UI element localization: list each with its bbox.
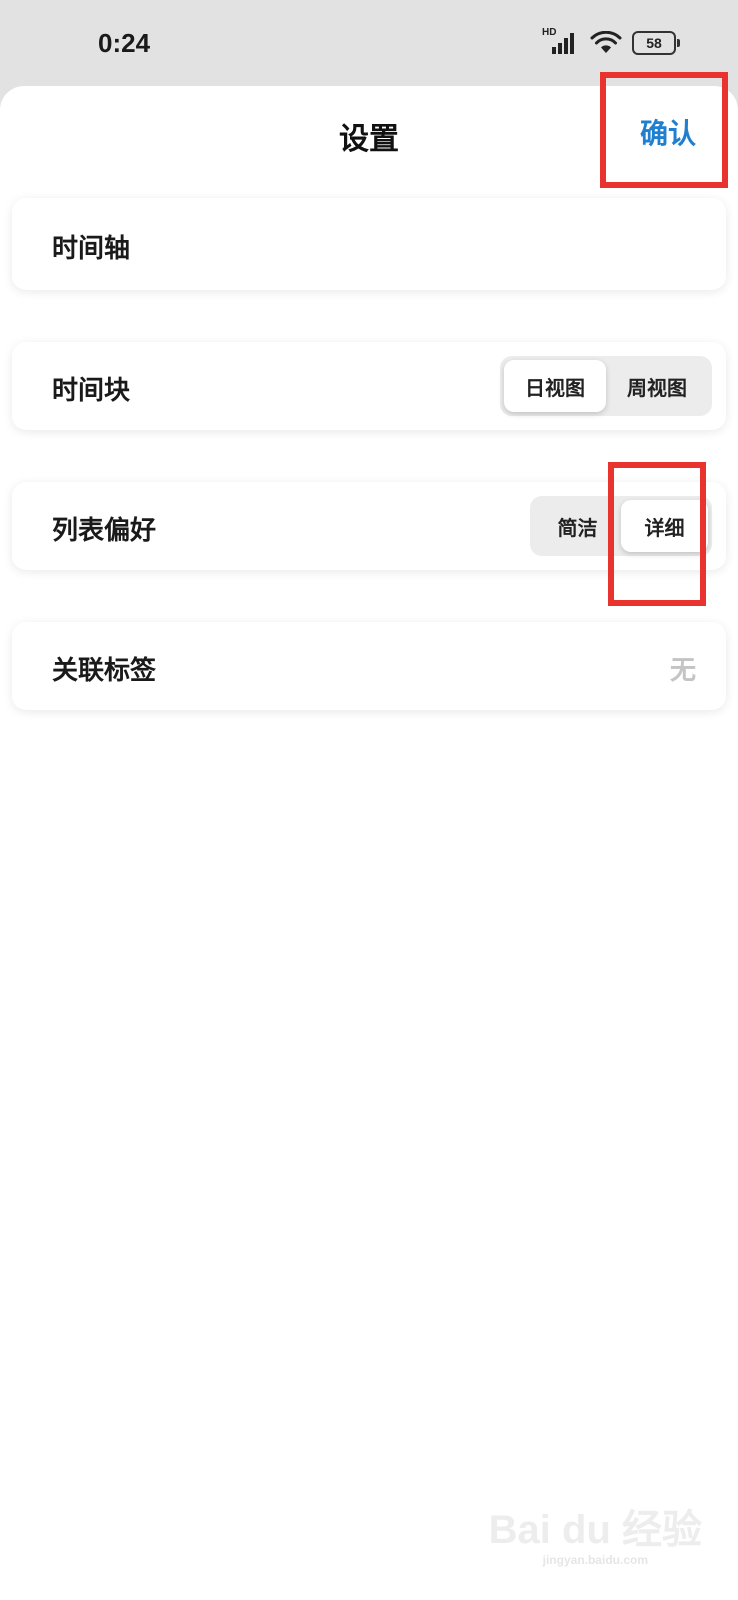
battery-level: 58 (646, 35, 662, 51)
status-bar: 0:24 HD 58 (0, 0, 738, 88)
watermark-brand: Bai du 经验 (488, 1508, 702, 1552)
time-block-segmented-control: 日视图 周视图 (500, 356, 712, 416)
status-time: 0:24 (98, 28, 151, 58)
network-label: HD (542, 27, 557, 38)
setting-row-related-tags[interactable]: 关联标签 无 (12, 622, 726, 710)
battery-icon: 58 (632, 31, 680, 55)
setting-row-timeline[interactable]: 时间轴 (12, 198, 726, 290)
setting-label-related-tags: 关联标签 (52, 656, 157, 686)
watermark-url: jingyan.baidu.com (542, 1553, 648, 1567)
wifi-icon (590, 31, 622, 53)
seg-option-day-view[interactable]: 日视图 (504, 360, 606, 412)
list-preference-segmented-control: 简洁 详细 (530, 496, 712, 556)
status-icons: HD 58 (542, 27, 680, 56)
setting-label-time-block: 时间块 (52, 376, 131, 406)
related-tags-value: 无 (669, 656, 696, 686)
setting-row-time-block: 时间块 日视图 周视图 (12, 342, 726, 430)
seg-option-concise[interactable]: 简洁 (534, 500, 621, 552)
setting-row-list-preference: 列表偏好 简洁 详细 (12, 482, 726, 570)
seg-option-detailed[interactable]: 详细 (621, 500, 708, 552)
watermark-logo: Bai du 经验 jingyan.baidu.com (489, 1510, 702, 1566)
signal-icon: HD (542, 27, 580, 56)
confirm-button[interactable]: 确认 (640, 112, 696, 152)
sheet-title: 设置 (339, 122, 399, 157)
settings-sheet: 设置 确认 时间轴 时间块 日视图 周视图 列表偏好 简洁 详细 关联标签 无 (0, 86, 738, 1600)
seg-option-week-view[interactable]: 周视图 (606, 360, 708, 412)
setting-label-timeline: 时间轴 (52, 234, 131, 264)
setting-label-list-preference: 列表偏好 (52, 516, 157, 546)
